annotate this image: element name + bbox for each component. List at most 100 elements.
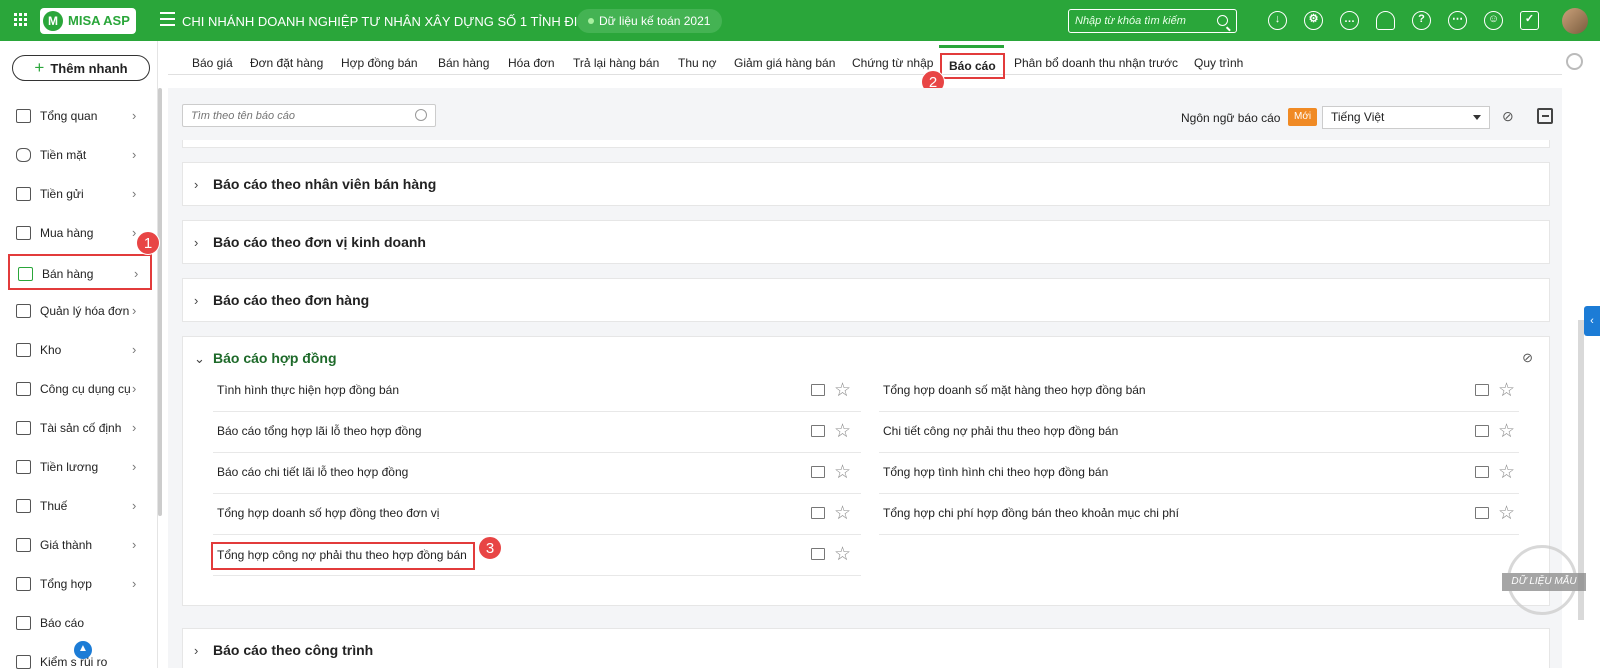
report-name[interactable]: Báo cáo tổng hợp lãi lỗ theo hợp đồng bbox=[217, 424, 422, 438]
section-by-order[interactable]: › Báo cáo theo đơn hàng bbox=[182, 278, 1550, 322]
company-name[interactable]: CHI NHÁNH DOANH NGHIỆP TƯ NHÂN XÂY DỰNG … bbox=[182, 14, 597, 29]
report-row[interactable]: Tổng hợp tình hình chi theo hợp đồng bán… bbox=[879, 453, 1519, 494]
report-language-select[interactable]: Tiếng Việt bbox=[1322, 106, 1490, 129]
global-search[interactable] bbox=[1068, 9, 1237, 33]
global-search-input[interactable] bbox=[1075, 13, 1215, 29]
image-preview-icon[interactable] bbox=[1475, 507, 1489, 519]
image-preview-icon[interactable] bbox=[811, 548, 825, 560]
sidebar-item-reports[interactable]: Báo cáo bbox=[8, 605, 152, 641]
report-search-input[interactable] bbox=[191, 109, 401, 123]
help-icon[interactable]: ? bbox=[1412, 11, 1431, 30]
report-row[interactable]: Tình hình thực hiện hợp đồng bán ☆ bbox=[213, 371, 861, 412]
report-name[interactable]: Tổng hợp công nợ phải thu theo hợp đồng … bbox=[211, 542, 475, 570]
apps-grid-icon[interactable] bbox=[14, 13, 28, 27]
report-language-value: Tiếng Việt bbox=[1331, 110, 1385, 124]
chat-icon[interactable]: … bbox=[1340, 11, 1359, 30]
sidebar-item-purchase[interactable]: Mua hàng › bbox=[8, 215, 152, 251]
tab-import-voucher[interactable]: Chứng từ nhập bbox=[852, 56, 933, 70]
tab-sales-contract[interactable]: Hợp đồng bán bbox=[341, 56, 418, 70]
report-search[interactable] bbox=[182, 104, 436, 127]
more-icon[interactable]: ⋯ bbox=[1448, 11, 1467, 30]
report-name[interactable]: Tổng hợp doanh số hợp đồng theo đơn vị bbox=[217, 506, 439, 520]
star-icon[interactable]: ☆ bbox=[1498, 420, 1515, 443]
tab-sales-discount[interactable]: Giảm giá hàng bán bbox=[734, 56, 835, 70]
star-icon[interactable]: ☆ bbox=[834, 502, 851, 525]
search-icon[interactable] bbox=[415, 109, 427, 121]
support-icon[interactable]: ☺ bbox=[1484, 11, 1503, 30]
quick-add-button[interactable]: + Thêm nhanh bbox=[12, 55, 150, 81]
report-name[interactable]: Tổng hợp tình hình chi theo hợp đồng bán bbox=[883, 465, 1108, 479]
sidebar-item-fixed-assets[interactable]: Tài sản cố định › bbox=[8, 410, 152, 446]
report-row[interactable]: Tổng hợp doanh số mặt hàng theo hợp đồng… bbox=[879, 371, 1519, 412]
star-icon[interactable]: ☆ bbox=[1498, 502, 1515, 525]
hide-eye-icon[interactable]: ⊘ bbox=[1502, 108, 1514, 125]
report-row[interactable]: Tổng hợp công nợ phải thu theo hợp đồng … bbox=[211, 535, 861, 576]
sidebar-item-invoice[interactable]: Quản lý hóa đơn › bbox=[8, 293, 152, 329]
tab-revenue-allocation[interactable]: Phân bổ doanh thu nhận trước bbox=[1014, 56, 1178, 70]
section-title[interactable]: Báo cáo hợp đồng bbox=[213, 350, 337, 366]
star-icon[interactable]: ☆ bbox=[1498, 379, 1515, 402]
chevron-right-icon: › bbox=[132, 420, 137, 435]
image-preview-icon[interactable] bbox=[811, 425, 825, 437]
report-name[interactable]: Tổng hợp doanh số mặt hàng theo hợp đồng… bbox=[883, 383, 1146, 397]
tab-sales[interactable]: Bán hàng bbox=[438, 56, 489, 70]
report-name[interactable]: Tổng hợp chi phí hợp đồng bán theo khoản… bbox=[883, 506, 1179, 520]
sidebar-item-general[interactable]: Tổng hợp › bbox=[8, 566, 152, 602]
image-preview-icon[interactable] bbox=[811, 384, 825, 396]
misa-logo[interactable]: M MISA ASP bbox=[40, 8, 136, 34]
report-name[interactable]: Báo cáo chi tiết lãi lỗ theo hợp đồng bbox=[217, 465, 408, 479]
star-icon[interactable]: ☆ bbox=[834, 461, 851, 484]
sidebar-scrollbar[interactable] bbox=[158, 88, 162, 516]
tab-invoice[interactable]: Hóa đơn bbox=[508, 56, 555, 70]
section-by-salesperson[interactable]: › Báo cáo theo nhân viên bán hàng bbox=[182, 162, 1550, 206]
tab-sales-return[interactable]: Trả lại hàng bán bbox=[573, 56, 659, 70]
user-avatar[interactable] bbox=[1562, 8, 1588, 34]
hide-eye-icon[interactable]: ⊘ bbox=[1522, 350, 1533, 366]
app-icon[interactable]: ✓ bbox=[1520, 11, 1539, 30]
image-preview-icon[interactable] bbox=[811, 507, 825, 519]
expand-panel-icon[interactable]: ‹ bbox=[1584, 306, 1600, 336]
chevron-right-icon: › bbox=[194, 235, 199, 250]
image-preview-icon[interactable] bbox=[811, 466, 825, 478]
bell-icon[interactable] bbox=[1376, 11, 1395, 30]
star-icon[interactable]: ☆ bbox=[1498, 461, 1515, 484]
sidebar-item-cash[interactable]: Tiền mặt › bbox=[8, 137, 152, 173]
report-name[interactable]: Tình hình thực hiện hợp đồng bán bbox=[217, 383, 399, 397]
star-icon[interactable]: ☆ bbox=[834, 543, 851, 566]
report-row[interactable]: Tổng hợp doanh số hợp đồng theo đơn vị ☆ bbox=[213, 494, 861, 535]
hamburger-menu-icon[interactable] bbox=[160, 12, 175, 26]
sidebar-item-deposit[interactable]: Tiền gửi › bbox=[8, 176, 152, 212]
sidebar-item-payroll[interactable]: Tiền lương › bbox=[8, 449, 152, 485]
star-icon[interactable]: ☆ bbox=[834, 379, 851, 402]
dataset-selector[interactable]: Dữ liệu kế toán 2021 bbox=[577, 9, 723, 33]
settings-gear-icon[interactable]: ⚙ bbox=[1304, 11, 1323, 30]
sidebar-item-cost[interactable]: Giá thành › bbox=[8, 527, 152, 563]
report-row[interactable]: Báo cáo tổng hợp lãi lỗ theo hợp đồng ☆ bbox=[213, 412, 861, 453]
tab-collect-debt[interactable]: Thu nợ bbox=[678, 56, 717, 70]
report-row[interactable]: Chi tiết công nợ phải thu theo hợp đồng … bbox=[879, 412, 1519, 453]
image-preview-icon[interactable] bbox=[1475, 425, 1489, 437]
sidebar-item-overview[interactable]: Tổng quan › bbox=[8, 98, 152, 134]
download-icon[interactable]: ↓ bbox=[1268, 11, 1287, 30]
report-row[interactable]: Tổng hợp chi phí hợp đồng bán theo khoản… bbox=[879, 494, 1519, 535]
report-name[interactable]: Chi tiết công nợ phải thu theo hợp đồng … bbox=[883, 424, 1118, 438]
collapse-all-icon[interactable] bbox=[1537, 108, 1553, 124]
tab-quote[interactable]: Báo giá bbox=[192, 56, 233, 70]
tab-sales-order[interactable]: Đơn đặt hàng bbox=[250, 56, 323, 70]
scroll-up-icon[interactable]: ▲ bbox=[74, 641, 92, 659]
search-icon[interactable] bbox=[1217, 15, 1228, 26]
sidebar-item-sales[interactable]: Bán hàng › bbox=[8, 254, 152, 290]
tab-reports[interactable]: Báo cáo bbox=[940, 53, 1005, 79]
report-row[interactable]: Báo cáo chi tiết lãi lỗ theo hợp đồng ☆ bbox=[213, 453, 861, 494]
chevron-down-icon[interactable]: ⌄ bbox=[194, 351, 205, 367]
star-icon[interactable]: ☆ bbox=[834, 420, 851, 443]
sidebar-item-warehouse[interactable]: Kho › bbox=[8, 332, 152, 368]
tab-process[interactable]: Quy trình bbox=[1194, 56, 1243, 70]
section-by-business-unit[interactable]: › Báo cáo theo đơn vị kinh doanh bbox=[182, 220, 1550, 264]
settings-gear-icon[interactable] bbox=[1566, 53, 1583, 70]
image-preview-icon[interactable] bbox=[1475, 384, 1489, 396]
sidebar-item-tax[interactable]: Thuế › bbox=[8, 488, 152, 524]
section-by-project[interactable]: › Báo cáo theo công trình bbox=[182, 628, 1550, 668]
sidebar-item-tools[interactable]: Công cụ dụng cụ › bbox=[8, 371, 152, 407]
image-preview-icon[interactable] bbox=[1475, 466, 1489, 478]
